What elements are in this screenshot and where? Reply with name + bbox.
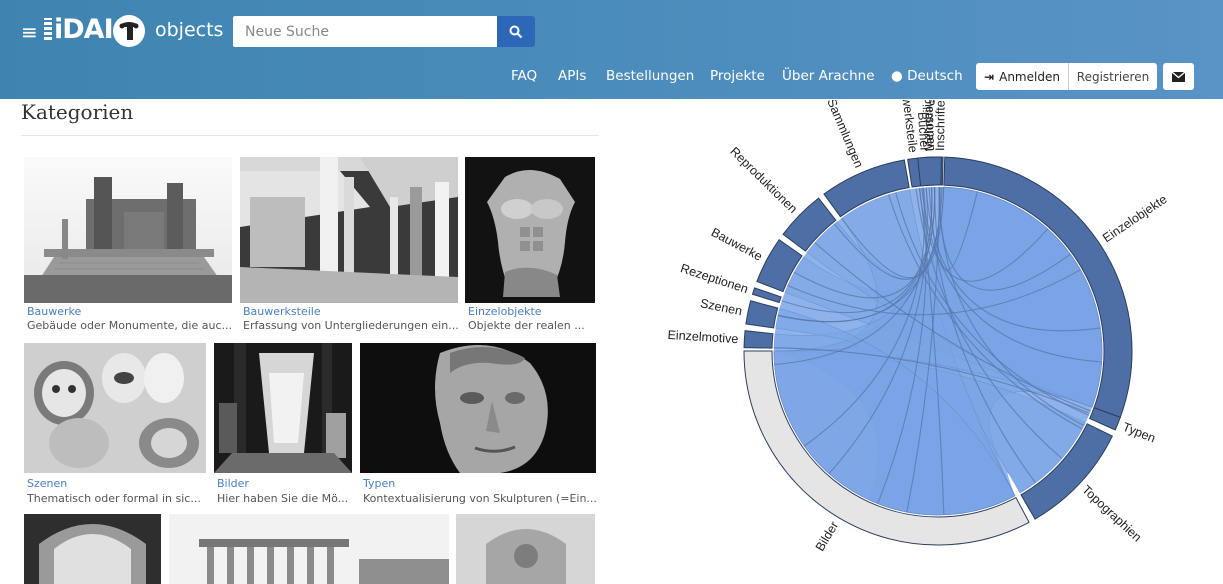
chord-label: Sammlungen xyxy=(824,100,866,170)
register-label: Registrieren xyxy=(1076,69,1150,84)
typen-image[interactable] xyxy=(360,343,596,473)
chord-label: Topographien xyxy=(1079,483,1144,545)
chord-label: Einzelobjekte xyxy=(1100,192,1170,245)
category-tile-bauwerksteile[interactable]: Bauwerksteile Erfassung von Unterglieder… xyxy=(240,157,459,337)
mail-button[interactable] xyxy=(1163,63,1194,90)
bauwerke-image[interactable] xyxy=(24,157,232,303)
language-label: Deutsch xyxy=(907,68,963,84)
menu-icon[interactable]: ≡ xyxy=(21,22,38,42)
chord-arc-szenen[interactable] xyxy=(745,300,779,329)
row3-image-3[interactable] xyxy=(456,514,595,584)
category-title[interactable]: Einzelobjekte xyxy=(468,305,542,318)
nav-projekte[interactable]: Projekte xyxy=(710,68,765,84)
top-navbar: ≡ iDAI objects FAQ APIs Bestellungen Pro… xyxy=(0,0,1223,99)
szenen-image[interactable] xyxy=(24,343,206,473)
category-desc: Kontextualisierung von Skulpturen (=Ein.… xyxy=(363,492,597,505)
category-title[interactable]: Bauwerksteile xyxy=(243,305,321,318)
search-icon xyxy=(509,25,523,38)
search-button[interactable] xyxy=(497,16,535,47)
category-title[interactable]: Bauwerke xyxy=(27,305,81,318)
chord-label: Rezeptionen xyxy=(679,261,750,296)
login-label: Anmelden xyxy=(999,69,1060,84)
category-tile-row3-2[interactable] xyxy=(169,514,449,584)
category-tile-einzelobjekte[interactable]: Einzelobjekte Objekte der realen ... xyxy=(465,157,595,337)
nav-faq[interactable]: FAQ xyxy=(511,68,537,84)
category-chord-diagram[interactable]: Einzelobjekte Typen Topographien Bilder Einz… xyxy=(660,100,1200,580)
chord-label: Szenen xyxy=(699,296,743,318)
chord-label: Bauwerke xyxy=(709,225,765,263)
logo-bars-icon xyxy=(44,18,52,40)
bilder-image[interactable] xyxy=(214,343,352,473)
chord-label: Einzelmotive xyxy=(667,328,739,346)
chord-arc-einzelmotive[interactable] xyxy=(743,330,774,349)
category-tile-row3-1[interactable] xyxy=(24,514,161,584)
chord-label: Reproduktionen xyxy=(727,144,800,216)
globe-icon: ● xyxy=(891,68,903,84)
login-icon: ⇥ xyxy=(984,69,995,84)
envelope-icon xyxy=(1172,71,1185,82)
category-title[interactable]: Szenen xyxy=(27,477,67,490)
register-button[interactable]: Registrieren xyxy=(1069,63,1157,90)
page-title: Kategorien xyxy=(21,100,134,124)
category-desc: Gebäude oder Monumente, die auc... xyxy=(27,319,232,332)
nav-ueber-arachne[interactable]: Über Arachne xyxy=(782,68,875,84)
category-title[interactable]: Bilder xyxy=(217,477,249,490)
logo-brand-text: iDAI xyxy=(54,14,114,45)
chord-arc-mehrteilige-denkm[interactable] xyxy=(917,156,942,187)
category-desc: Thematisch oder formal in sic... xyxy=(27,492,201,505)
search-input[interactable] xyxy=(233,16,497,47)
category-tile-bauwerke[interactable]: Bauwerke Gebäude oder Monumente, die auc… xyxy=(24,157,232,337)
chord-label: Typen xyxy=(1121,420,1158,446)
category-tile-typen[interactable]: Typen Kontextualisierung von Skulpturen … xyxy=(360,343,597,507)
idai-logo[interactable]: iDAI xyxy=(44,14,114,45)
category-title[interactable]: Typen xyxy=(363,477,395,490)
category-tile-row3-3[interactable] xyxy=(456,514,595,584)
column-logo-icon[interactable] xyxy=(113,15,145,47)
category-tile-bilder[interactable]: Bilder Hier haben Sie die Mö... xyxy=(214,343,352,507)
row3-image-2[interactable] xyxy=(169,514,449,584)
nav-bestellungen[interactable]: Bestellungen xyxy=(606,68,694,84)
bauwerksteile-image[interactable] xyxy=(240,157,458,303)
chord-arc-rezeptionen[interactable] xyxy=(751,287,782,304)
category-desc: Erfassung von Untergliederungen ein... xyxy=(243,319,459,332)
login-button[interactable]: ⇥ Anmelden xyxy=(976,63,1069,90)
category-desc: Hier haben Sie die Mö... xyxy=(217,492,349,505)
heading-divider xyxy=(21,135,599,136)
row3-image-1[interactable] xyxy=(24,514,161,584)
category-desc: Objekte der realen ... xyxy=(468,319,585,332)
category-tile-szenen[interactable]: Szenen Thematisch oder formal in sic... xyxy=(24,343,206,507)
logo-product-text[interactable]: objects xyxy=(155,19,223,41)
einzelobjekte-image[interactable] xyxy=(465,157,595,303)
chord-label: Bilder xyxy=(813,519,841,554)
nav-language[interactable]: ● Deutsch xyxy=(891,68,963,84)
nav-apis[interactable]: APIs xyxy=(558,68,586,84)
